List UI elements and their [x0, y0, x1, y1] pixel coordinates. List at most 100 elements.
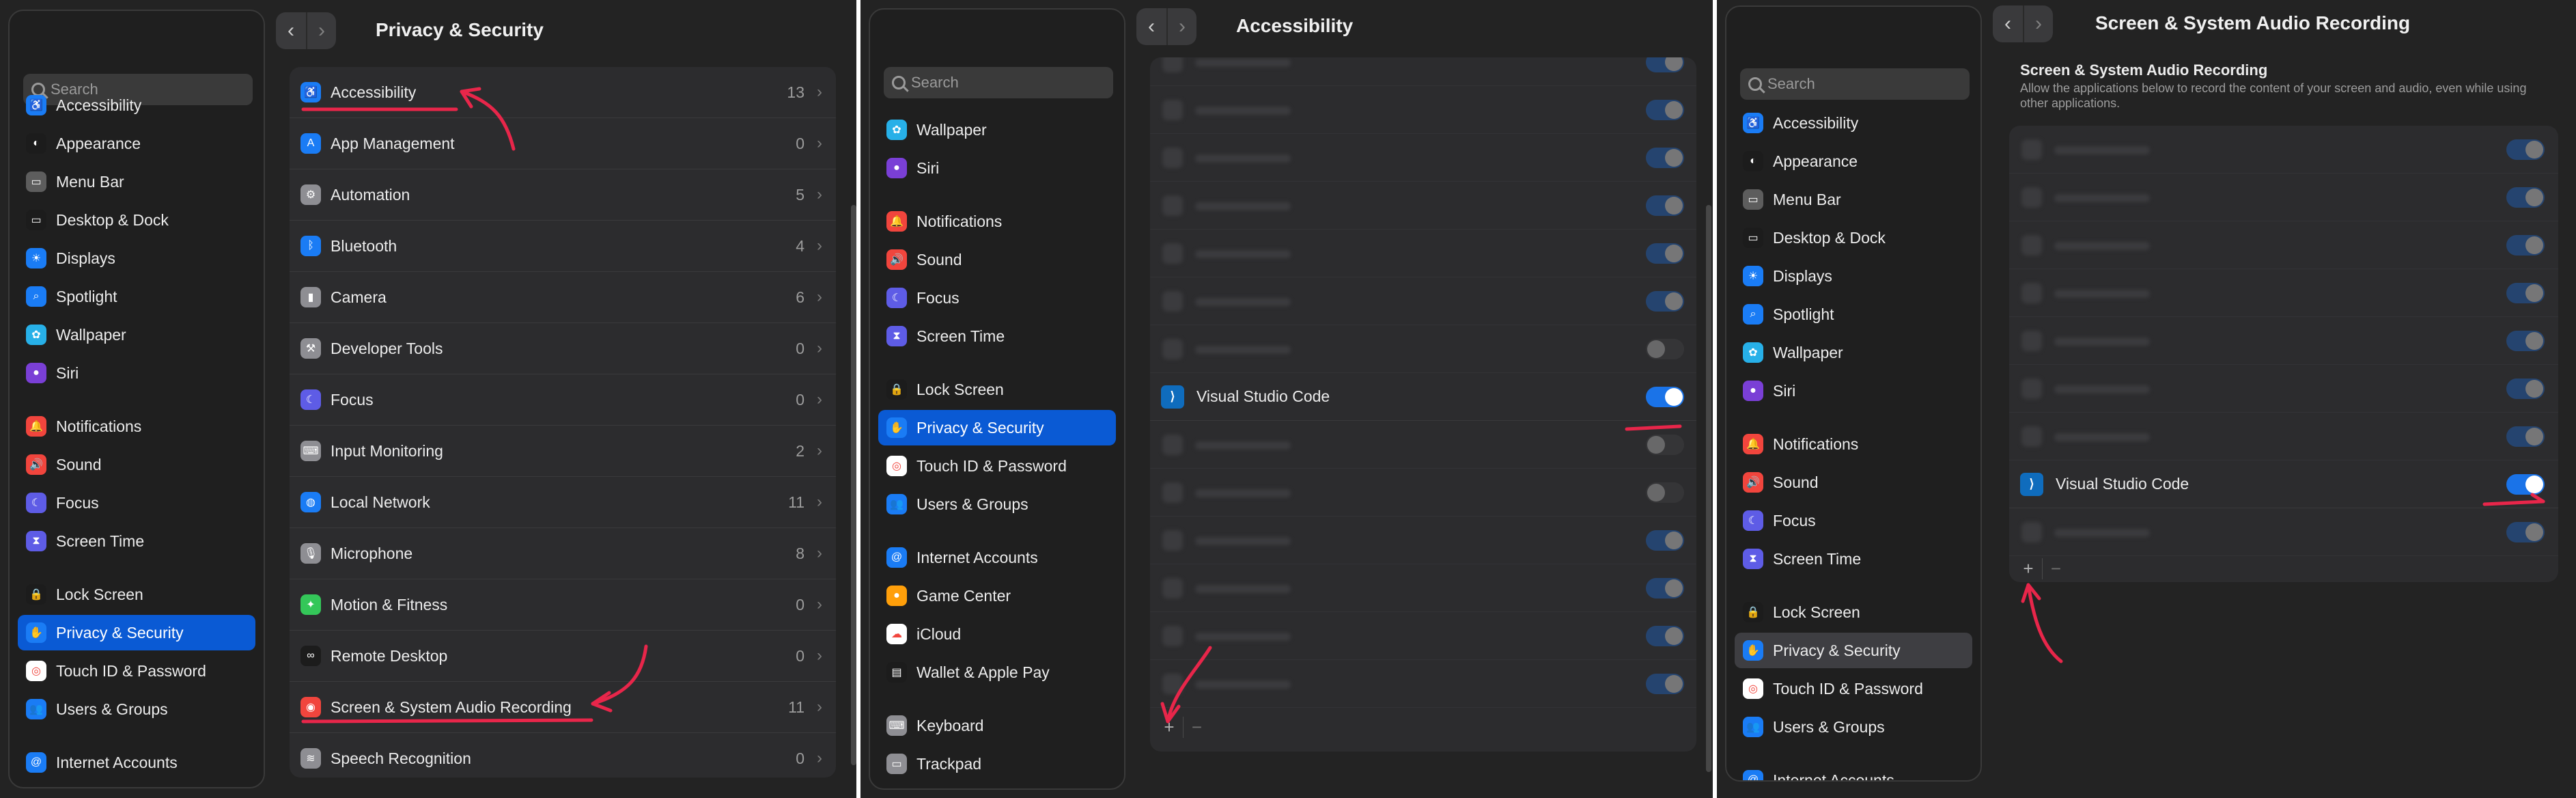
permission-toggle[interactable]	[1646, 387, 1684, 407]
permission-toggle[interactable]	[2506, 235, 2545, 256]
sidebar-item[interactable]: ▭ Desktop & Dock	[18, 202, 255, 238]
forward-button[interactable]: ›	[2023, 5, 2053, 42]
sidebar-item[interactable]: ▭ Menu Bar	[1735, 182, 1972, 217]
permission-toggle[interactable]	[1646, 530, 1684, 551]
permission-toggle[interactable]	[2506, 426, 2545, 447]
privacy-list-row[interactable]: ⚙ Automation 5 ›	[290, 169, 836, 221]
sidebar-item[interactable]: ⌕ Spotlight	[1735, 297, 1972, 332]
sidebar-item[interactable]: ◎ Touch ID & Password	[878, 448, 1116, 484]
scrollbar[interactable]	[851, 205, 856, 765]
sidebar-item[interactable]: 👥 Users & Groups	[878, 486, 1116, 522]
search-field[interactable]: Search	[1740, 68, 1970, 100]
sidebar-item[interactable]: ▭ Desktop & Dock	[1735, 220, 1972, 256]
permission-toggle[interactable]	[1646, 578, 1684, 598]
sidebar-item[interactable]: ☾ Focus	[1735, 503, 1972, 538]
app-row-vscode[interactable]: ⟩ Visual Studio Code	[2009, 460, 2558, 508]
sidebar-item[interactable]: ✿ Wallpaper	[18, 317, 255, 353]
privacy-list-row[interactable]: ⚒ Developer Tools 0 ›	[290, 323, 836, 374]
sidebar-item[interactable]: ☾ Focus	[878, 280, 1116, 316]
permission-toggle[interactable]	[2506, 522, 2545, 542]
sidebar-item[interactable]: 🔔 Notifications	[878, 204, 1116, 239]
sidebar-item[interactable]: ☀ Displays	[18, 240, 255, 276]
sidebar-item[interactable]: ✋ Privacy & Security	[878, 410, 1116, 445]
add-app-button[interactable]: +	[2015, 558, 2042, 579]
privacy-list-row[interactable]: ♿ Accessibility 13 ›	[290, 67, 836, 118]
permission-toggle[interactable]	[1646, 148, 1684, 168]
permission-toggle[interactable]	[1646, 195, 1684, 216]
sidebar-item[interactable]: ▤ Wallet & Apple Pay	[878, 655, 1116, 690]
sidebar-item[interactable]: ● Siri	[18, 355, 255, 391]
sidebar-item[interactable]: ☾ Focus	[18, 485, 255, 521]
sidebar-item[interactable]: ⌨ Keyboard	[878, 708, 1116, 743]
sidebar-item[interactable]: ☀ Displays	[1735, 258, 1972, 294]
privacy-list-row[interactable]: ≋ Speech Recognition 0 ›	[290, 733, 836, 778]
permission-toggle[interactable]	[2506, 331, 2545, 351]
back-button[interactable]: ‹	[276, 12, 306, 49]
sidebar-item[interactable]: 🔔 Notifications	[18, 409, 255, 444]
sidebar-item[interactable]: 🔊 Sound	[1735, 465, 1972, 500]
sidebar-item[interactable]: @ Internet Accounts	[18, 745, 255, 780]
sidebar-item[interactable]: ✋ Privacy & Security	[18, 615, 255, 650]
sidebar-item[interactable]: ●Game Center	[878, 578, 1116, 614]
sidebar-item[interactable]: ◎ Touch ID & Password	[1735, 671, 1972, 706]
sidebar-item[interactable]: ⧗ Screen Time	[18, 523, 255, 559]
privacy-list-row[interactable]: 🎙 Microphone 8 ›	[290, 528, 836, 579]
sidebar-item[interactable]: ✋ Privacy & Security	[1735, 633, 1972, 668]
add-app-button[interactable]: +	[1156, 717, 1183, 738]
forward-button[interactable]: ›	[306, 12, 336, 49]
sidebar-item[interactable]: ● Siri	[1735, 373, 1972, 409]
sidebar-item[interactable]: ♿ Accessibility	[18, 87, 255, 123]
sidebar-item[interactable]: ◐ Appearance	[1735, 143, 1972, 179]
permission-toggle[interactable]	[2506, 474, 2545, 495]
permission-toggle[interactable]	[1646, 339, 1684, 359]
sidebar-item[interactable]: ● Siri	[878, 150, 1116, 186]
scrollbar[interactable]	[1706, 205, 1711, 772]
permission-toggle[interactable]	[1646, 482, 1684, 503]
sidebar-item[interactable]: ▭ Menu Bar	[18, 164, 255, 200]
sidebar-item[interactable]: ✿ Wallpaper	[878, 112, 1116, 148]
privacy-list-row[interactable]: A App Management 0 ›	[290, 118, 836, 169]
permission-toggle[interactable]	[1646, 57, 1684, 72]
permission-toggle[interactable]	[1646, 100, 1684, 120]
privacy-list-row[interactable]: ☾ Focus 0 ›	[290, 374, 836, 426]
back-button[interactable]: ‹	[1993, 5, 2023, 42]
back-button[interactable]: ‹	[1136, 8, 1166, 45]
sidebar-item[interactable]: 🔒 Lock Screen	[1735, 594, 1972, 630]
sidebar-item[interactable]: ☁ iCloud	[878, 616, 1116, 652]
app-row-vscode[interactable]: ⟩ Visual Studio Code	[1150, 373, 1696, 421]
permission-toggle[interactable]	[1646, 291, 1684, 312]
sidebar-item[interactable]: ▭ Trackpad	[878, 746, 1116, 782]
permission-toggle[interactable]	[1646, 435, 1684, 455]
remove-app-button[interactable]: −	[2042, 558, 2069, 579]
privacy-list-row[interactable]: ▮ Camera 6 ›	[290, 272, 836, 323]
permission-toggle[interactable]	[2506, 379, 2545, 399]
permission-toggle[interactable]	[2506, 139, 2545, 160]
sidebar-item[interactable]: ⌕ Spotlight	[18, 279, 255, 314]
sidebar-item[interactable]: 🔒 Lock Screen	[878, 372, 1116, 407]
sidebar-item[interactable]: 👥 Users & Groups	[1735, 709, 1972, 745]
sidebar-item[interactable]: 👥 Users & Groups	[18, 691, 255, 727]
privacy-list-row[interactable]: ◉ Screen & System Audio Recording 11 ›	[290, 682, 836, 733]
privacy-list-row[interactable]: ⌨ Input Monitoring 2 ›	[290, 426, 836, 477]
sidebar-item[interactable]: ♿ Accessibility	[1735, 105, 1972, 141]
sidebar-item[interactable]: @ Internet Accounts	[1735, 762, 1972, 780]
sidebar-item[interactable]: ●Game Center	[18, 783, 255, 787]
sidebar-item[interactable]: 🔒 Lock Screen	[18, 577, 255, 612]
permission-toggle[interactable]	[2506, 187, 2545, 208]
sidebar-item[interactable]: ✿ Wallpaper	[1735, 335, 1972, 370]
privacy-list-row[interactable]: ✦ Motion & Fitness 0 ›	[290, 579, 836, 631]
permission-toggle[interactable]	[1646, 626, 1684, 646]
permission-toggle[interactable]	[1646, 243, 1684, 264]
sidebar-item[interactable]: ◐ Appearance	[18, 126, 255, 161]
search-field[interactable]: Search	[884, 67, 1113, 98]
privacy-list-row[interactable]: ◍ Local Network 11 ›	[290, 477, 836, 528]
sidebar-item[interactable]: ⧗ Screen Time	[878, 318, 1116, 354]
remove-app-button[interactable]: −	[1183, 716, 1210, 738]
permission-toggle[interactable]	[1646, 674, 1684, 694]
privacy-list-row[interactable]: ᛒ Bluetooth 4 ›	[290, 221, 836, 272]
privacy-list-row[interactable]: ∞ Remote Desktop 0 ›	[290, 631, 836, 682]
forward-button[interactable]: ›	[1166, 8, 1196, 45]
sidebar-item[interactable]: 🔔 Notifications	[1735, 426, 1972, 462]
permission-toggle[interactable]	[2506, 283, 2545, 303]
sidebar-item[interactable]: ⧗ Screen Time	[1735, 541, 1972, 577]
